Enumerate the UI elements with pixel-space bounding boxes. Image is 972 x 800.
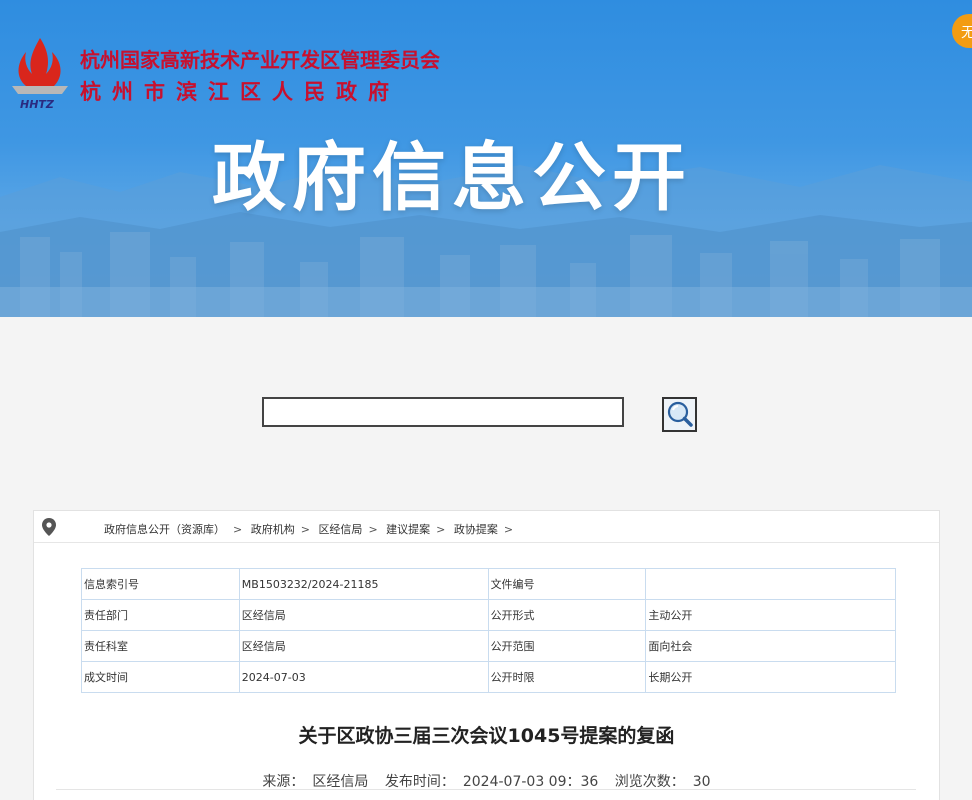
hhtz-logo-icon: HHTZ xyxy=(12,38,68,111)
org-name-line2: 杭州市滨江区人民政府 xyxy=(80,80,400,104)
meta-value: 区经信局 xyxy=(238,630,489,662)
meta-value: 长期公开 xyxy=(645,661,896,693)
breadcrumb-link-cppcc[interactable]: 政协提案 xyxy=(454,523,498,536)
breadcrumb-separator: > xyxy=(368,523,378,536)
publish-time-label: 发布时间： xyxy=(384,774,455,790)
meta-value: 区经信局 xyxy=(238,599,489,631)
header-banner: HHTZ 杭州国家高新技术产业开发区管理委员会 杭州市滨江区人民政府 政府信息公… xyxy=(0,0,972,317)
metadata-table: 信息索引号 MB1503232/2024-21185 文件编号 责任部门 区经信… xyxy=(81,568,896,693)
table-row: 责任科室 区经信局 公开范围 面向社会 xyxy=(81,630,896,662)
meta-value: 面向社会 xyxy=(645,630,896,662)
breadcrumb-link-org[interactable]: 政府机构 xyxy=(251,523,295,536)
breadcrumb-link-resource[interactable]: 政府信息公开（资源库） xyxy=(104,523,225,536)
table-row: 成文时间 2024-07-03 公开时限 长期公开 xyxy=(81,661,896,693)
table-row: 责任部门 区经信局 公开形式 主动公开 xyxy=(81,599,896,631)
content-card: 政府信息公开（资源库） > 政府机构 > 区经信局 > 建议提案 > 政协提案 > 信息索… xyxy=(33,510,940,800)
breadcrumb: 政府信息公开（资源库） > 政府机构 > 区经信局 > 建议提案 > 政协提案 > xyxy=(34,511,939,543)
view-count-label: 浏览次数： xyxy=(614,774,685,790)
meta-label: 文件编号 xyxy=(487,568,647,600)
meta-label: 责任科室 xyxy=(81,630,240,662)
breadcrumb-link-dept[interactable]: 区经信局 xyxy=(318,523,362,536)
page-title: 政府信息公开 xyxy=(212,135,692,221)
org-name-line1: 杭州国家高新技术产业开发区管理委员会 xyxy=(80,48,440,72)
breadcrumb-separator: > xyxy=(503,523,514,536)
breadcrumb-separator: > xyxy=(300,523,310,536)
table-row: 信息索引号 MB1503232/2024-21185 文件编号 xyxy=(81,568,896,600)
meta-label: 公开范围 xyxy=(487,630,647,662)
location-pin-icon xyxy=(42,518,56,536)
document-meta-line: 来源： 区经信局 发布时间： 2024-07-03 09：36 浏览次数： 30 xyxy=(34,771,939,791)
meta-value: MB1503232/2024-21185 xyxy=(238,568,489,600)
meta-label: 成文时间 xyxy=(81,661,240,693)
search-section xyxy=(0,317,972,507)
meta-value xyxy=(645,568,896,600)
corner-accessibility-button[interactable]: 无 xyxy=(952,14,972,48)
search-input[interactable] xyxy=(262,397,624,427)
logo-text: HHTZ xyxy=(20,98,55,111)
meta-label: 信息索引号 xyxy=(81,568,240,600)
meta-value: 主动公开 xyxy=(645,599,896,631)
breadcrumb-separator: > xyxy=(436,523,446,536)
source-label: 来源： xyxy=(262,774,305,790)
breadcrumb-separator: > xyxy=(233,523,243,536)
meta-label: 公开时限 xyxy=(487,661,647,693)
magnifier-icon xyxy=(667,401,693,427)
divider xyxy=(56,789,916,790)
view-count-value: 30 xyxy=(692,774,711,790)
search-button[interactable] xyxy=(662,397,697,432)
meta-value: 2024-07-03 xyxy=(238,661,489,693)
meta-label: 公开形式 xyxy=(487,599,647,631)
publish-time-value: 2024-07-03 09：36 xyxy=(462,774,599,790)
source-value: 区经信局 xyxy=(312,774,369,790)
breadcrumb-link-proposals[interactable]: 建议提案 xyxy=(386,523,430,536)
document-title: 关于区政协三届三次会议1045号提案的复函 xyxy=(298,725,675,747)
meta-label: 责任部门 xyxy=(81,599,240,631)
